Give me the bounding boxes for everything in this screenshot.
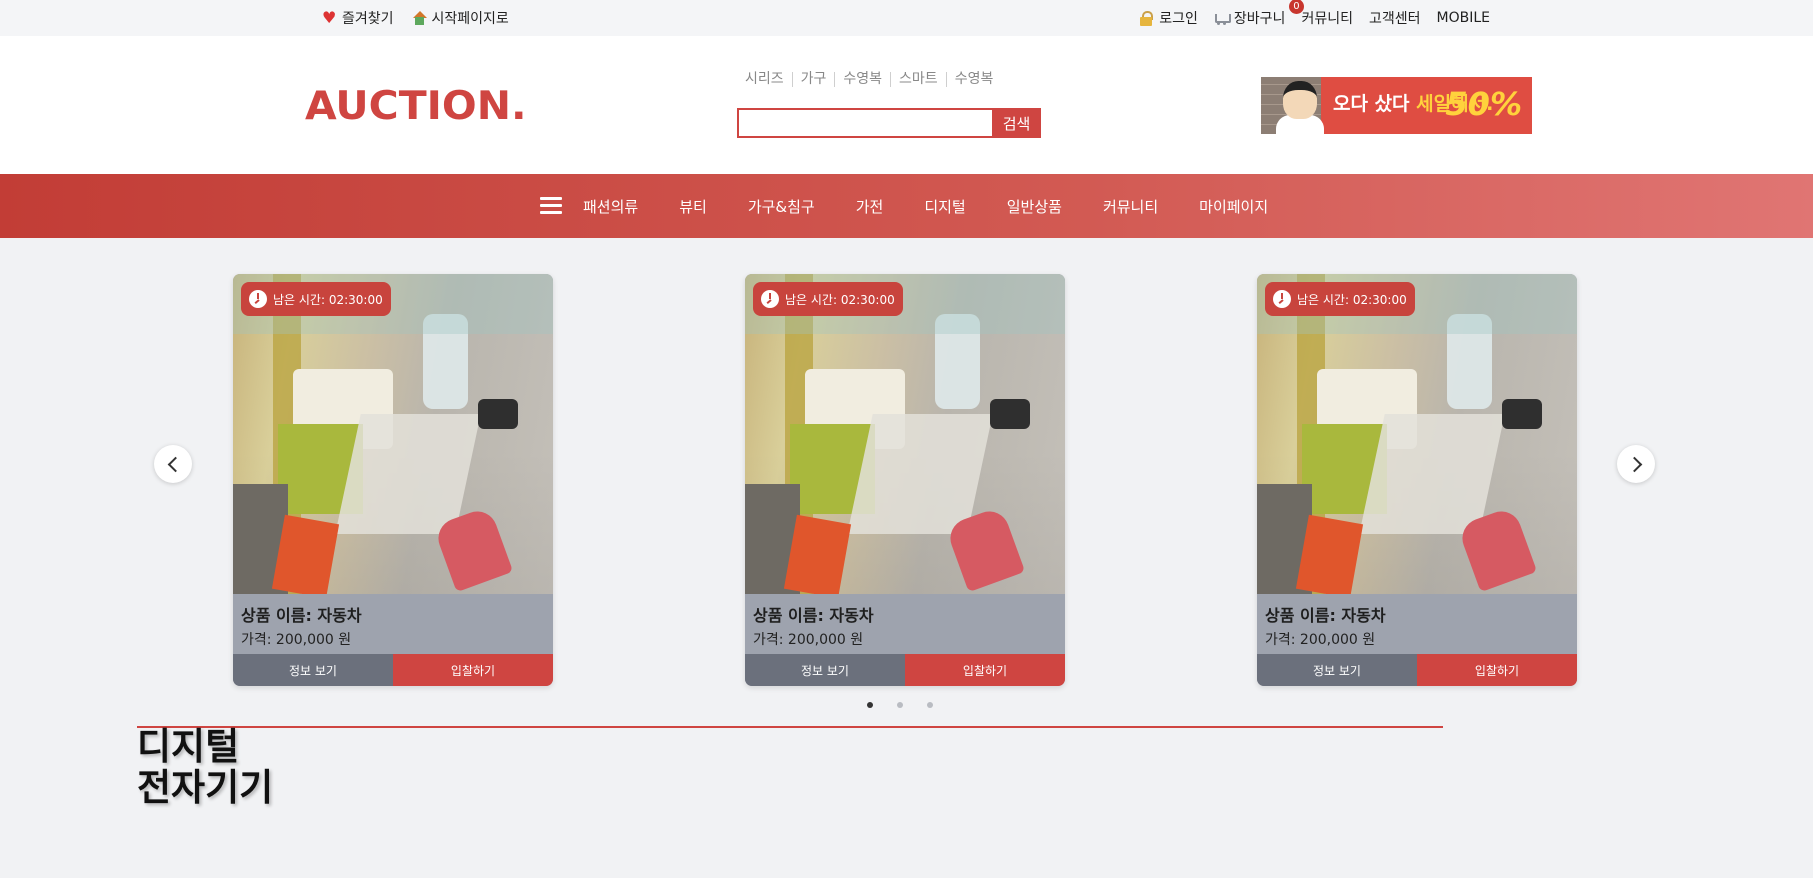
- card-actions: 정보 보기 입찰하기: [1257, 654, 1577, 686]
- site-logo[interactable]: AUCTION.: [305, 84, 527, 129]
- promo-banner[interactable]: 오다 샀다 세일해서. 50%: [1261, 77, 1532, 134]
- nav-item-community[interactable]: 커뮤니티: [1103, 196, 1158, 217]
- timer-badge: 남은 시간: 02:30:00: [241, 282, 391, 316]
- cart-icon: [1214, 11, 1231, 26]
- support-label: 고객센터: [1368, 11, 1421, 27]
- topbar-right: 로그인 장바구니 0 커뮤니티 고객센터 MOBILE: [1139, 0, 1490, 28]
- product-price: 가격: 200,000 원: [1265, 632, 1376, 648]
- section-title-line2: 전자기기: [137, 766, 274, 809]
- clock-icon: [249, 290, 267, 308]
- product-price: 가격: 200,000 원: [241, 632, 352, 648]
- section-title-line1: 디지털: [137, 725, 240, 768]
- clock-icon: [1273, 290, 1291, 308]
- favorites-label: 즐겨찾기: [342, 11, 394, 27]
- banner-percent: 50%: [1445, 85, 1522, 123]
- pagination-dot[interactable]: [867, 702, 873, 708]
- search-button[interactable]: 검색: [992, 108, 1041, 138]
- cart-count-badge: 0: [1288, 0, 1304, 14]
- site-header: AUCTION. 시리즈 가구 수영복 스마트 수영복 검색 오다 샀다 세일해…: [0, 36, 1813, 174]
- auction-card[interactable]: 남은 시간: 02:30:00 상품 이름: 자동차 가격: 200,000 원…: [745, 274, 1065, 686]
- search-bar: 검색: [737, 108, 1041, 138]
- nav-menu: 패션의류 뷰티 가구&침구 가전 디지털 일반상품 커뮤니티 마이페이지: [540, 174, 1309, 238]
- carousel-pagination: [867, 702, 933, 708]
- bid-button[interactable]: 입찰하기: [905, 654, 1065, 686]
- timer-text: 남은 시간: 02:30:00: [1297, 292, 1407, 307]
- bid-button[interactable]: 입찰하기: [1417, 654, 1577, 686]
- timer-text: 남은 시간: 02:30:00: [273, 292, 383, 307]
- nav-item-appliances[interactable]: 가전: [856, 196, 884, 217]
- auction-carousel: 남은 시간: 02:30:00 상품 이름: 자동차 가격: 200,000 원…: [137, 238, 1672, 718]
- auction-card[interactable]: 남은 시간: 02:30:00 상품 이름: 자동차 가격: 200,000 원…: [233, 274, 553, 686]
- startpage-label: 시작페이지로: [431, 11, 509, 27]
- product-price: 가격: 200,000 원: [753, 632, 864, 648]
- product-photo: 남은 시간: 02:30:00: [1257, 274, 1577, 594]
- carousel-next-button[interactable]: [1617, 445, 1655, 483]
- nav-item-beauty[interactable]: 뷰티: [679, 196, 707, 217]
- community-label: 커뮤니티: [1301, 11, 1353, 27]
- section-divider: [137, 726, 1443, 728]
- keyword-link[interactable]: 가구: [791, 72, 835, 87]
- banner-character-face: [1283, 81, 1317, 119]
- card-actions: 정보 보기 입찰하기: [745, 654, 1065, 686]
- nav-item-digital[interactable]: 디지털: [924, 196, 965, 217]
- card-info: 상품 이름: 자동차 가격: 200,000 원: [745, 594, 1065, 654]
- timer-text: 남은 시간: 02:30:00: [785, 292, 895, 307]
- startpage-link[interactable]: 시작페이지로: [412, 8, 509, 28]
- support-link[interactable]: 고객센터: [1369, 8, 1421, 28]
- search-input[interactable]: [737, 108, 992, 138]
- pagination-dot[interactable]: [897, 702, 903, 708]
- keyword-link[interactable]: 스마트: [890, 72, 946, 87]
- mobile-link[interactable]: MOBILE: [1437, 10, 1490, 26]
- nav-item-general[interactable]: 일반상품: [1007, 196, 1062, 217]
- product-name: 상품 이름: 자동차: [241, 606, 362, 625]
- view-info-button[interactable]: 정보 보기: [745, 654, 905, 686]
- nav-item-furniture[interactable]: 가구&침구: [748, 196, 815, 217]
- heart-icon: [322, 8, 337, 27]
- nav-item-fashion[interactable]: 패션의류: [583, 196, 638, 217]
- bid-button[interactable]: 입찰하기: [393, 654, 553, 686]
- home-icon: [412, 10, 427, 26]
- cart-label: 장바구니: [1233, 11, 1286, 27]
- top-utility-bar: 즐겨찾기 시작페이지로 로그인 장바구니 0 커뮤니티 고객센터 MOBILE: [0, 0, 1813, 36]
- hamburger-menu-icon[interactable]: [540, 197, 562, 215]
- timer-badge: 남은 시간: 02:30:00: [753, 282, 903, 316]
- mobile-label: MOBILE: [1436, 10, 1490, 26]
- card-info: 상품 이름: 자동차 가격: 200,000 원: [1257, 594, 1577, 654]
- auction-card[interactable]: 남은 시간: 02:30:00 상품 이름: 자동차 가격: 200,000 원…: [1257, 274, 1577, 686]
- topbar-left: 즐겨찾기 시작페이지로: [322, 8, 509, 28]
- product-photo: 남은 시간: 02:30:00: [745, 274, 1065, 594]
- main-nav: 패션의류 뷰티 가구&침구 가전 디지털 일반상품 커뮤니티 마이페이지: [0, 174, 1813, 238]
- popular-keywords: 시리즈 가구 수영복 스마트 수영복: [745, 72, 1001, 87]
- community-link[interactable]: 커뮤니티: [1301, 8, 1353, 28]
- login-link[interactable]: 로그인: [1139, 8, 1198, 28]
- view-info-button[interactable]: 정보 보기: [1257, 654, 1417, 686]
- cart-link[interactable]: 장바구니 0: [1214, 0, 1304, 28]
- favorites-link[interactable]: 즐겨찾기: [322, 8, 394, 28]
- pagination-dot[interactable]: [927, 702, 933, 708]
- product-name: 상품 이름: 자동차: [753, 606, 874, 625]
- keyword-link[interactable]: 수영복: [945, 72, 1002, 87]
- carousel-prev-button[interactable]: [154, 445, 192, 483]
- login-label: 로그인: [1159, 11, 1198, 27]
- product-photo: 남은 시간: 02:30:00: [233, 274, 553, 594]
- card-info: 상품 이름: 자동차 가격: 200,000 원: [233, 594, 553, 654]
- section-title: 디지털 전자기기: [137, 726, 273, 808]
- clock-icon: [761, 290, 779, 308]
- lock-icon: [1139, 10, 1154, 26]
- keyword-link[interactable]: 시리즈: [745, 72, 792, 87]
- keyword-link[interactable]: 수영복: [834, 72, 890, 87]
- card-actions: 정보 보기 입찰하기: [233, 654, 553, 686]
- product-name: 상품 이름: 자동차: [1265, 606, 1386, 625]
- timer-badge: 남은 시간: 02:30:00: [1265, 282, 1415, 316]
- nav-item-mypage[interactable]: 마이페이지: [1199, 196, 1268, 217]
- view-info-button[interactable]: 정보 보기: [233, 654, 393, 686]
